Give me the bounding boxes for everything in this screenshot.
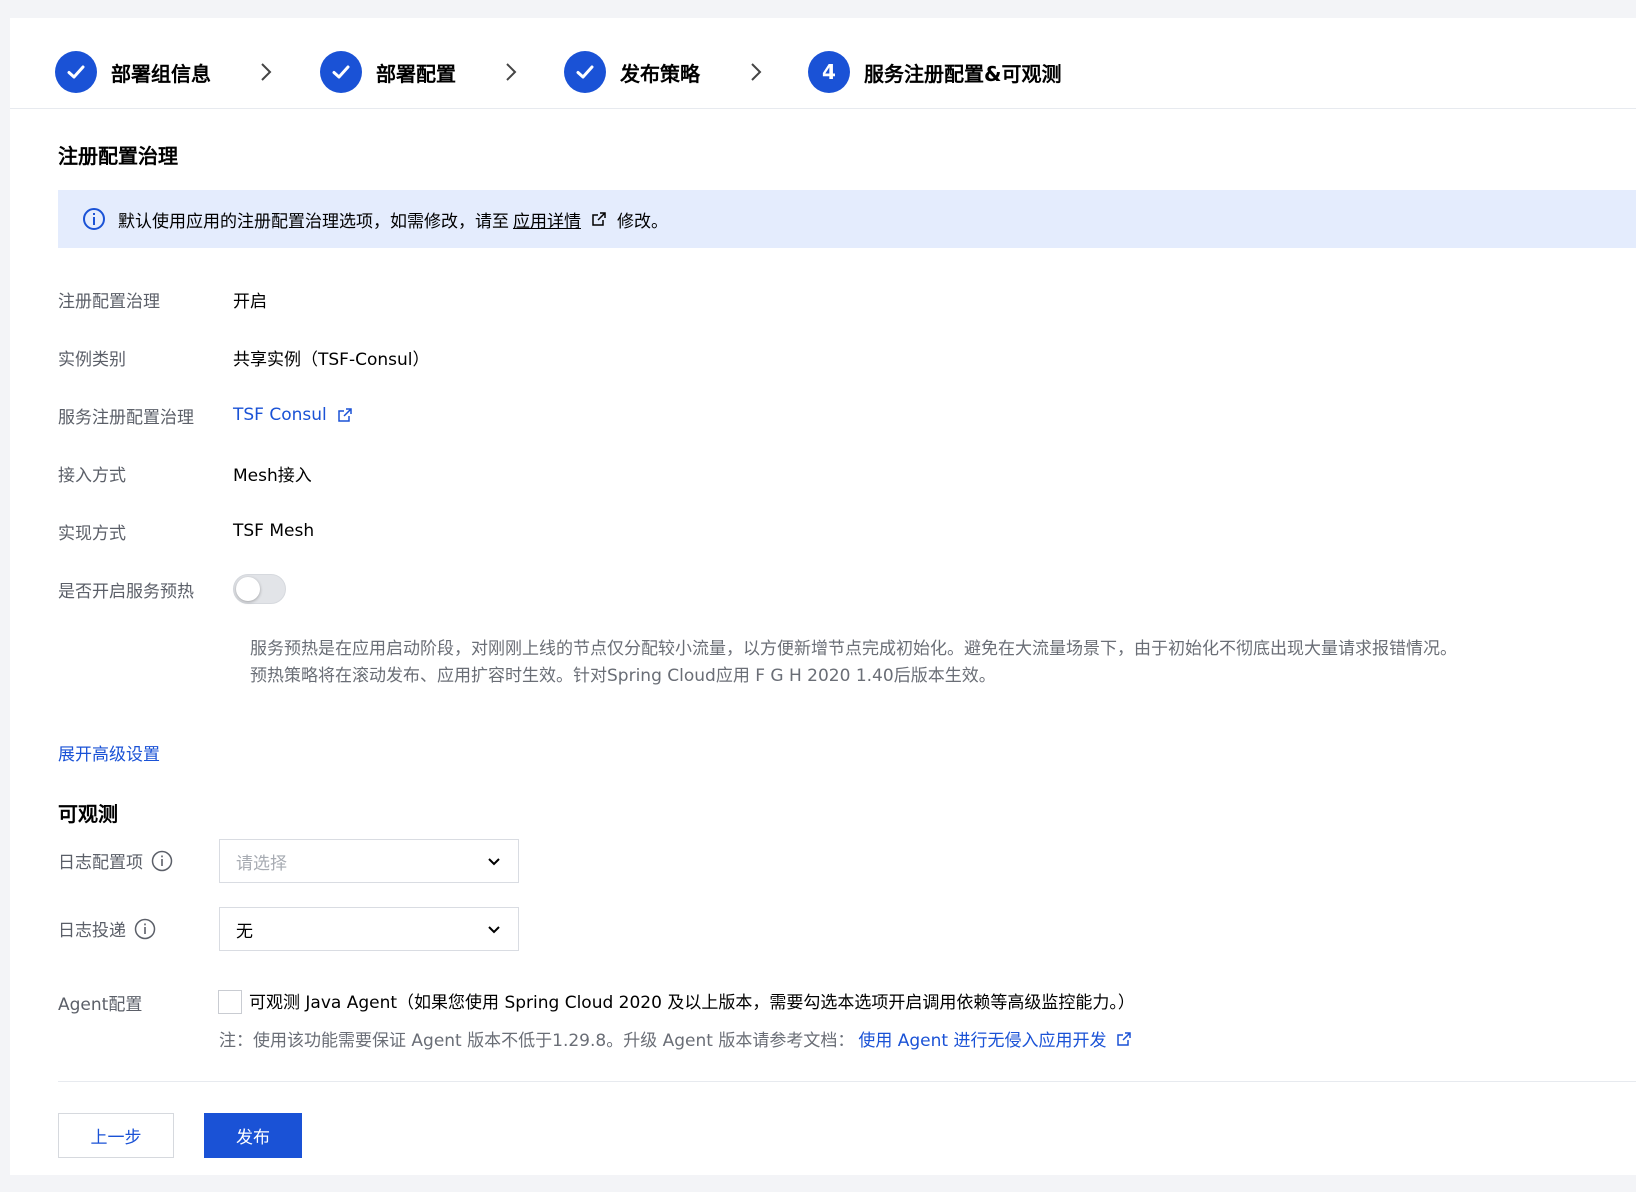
deploy-card: 部署组信息 部署配置 发布策略 4 服务注册配置&可观测 注册配置治理 默认使用… xyxy=(10,18,1636,1175)
warmup-toggle[interactable] xyxy=(233,574,286,604)
log-delivery-select[interactable]: 无 xyxy=(219,907,519,951)
external-link-icon[interactable] xyxy=(337,407,353,423)
select-placeholder: 请选择 xyxy=(236,853,287,874)
info-icon[interactable] xyxy=(134,918,156,940)
step-2: 部署配置 xyxy=(320,51,456,93)
check-icon xyxy=(564,51,606,93)
expand-advanced-link[interactable]: 展开高级设置 xyxy=(58,740,160,765)
section-title-registry: 注册配置治理 xyxy=(58,144,178,168)
chevron-down-icon xyxy=(488,858,500,866)
steps-bar: 部署组信息 部署配置 发布策略 4 服务注册配置&可观测 xyxy=(10,18,1636,109)
step-1: 部署组信息 xyxy=(55,51,211,93)
field-service-registry: 服务注册配置治理 TSF Consul xyxy=(58,402,353,428)
step-number: 4 xyxy=(808,51,850,93)
info-notice: 默认使用应用的注册配置治理选项，如需修改，请至 应用详情 修改。 xyxy=(58,190,1636,248)
field-value: 开启 xyxy=(233,291,267,312)
step-4: 4 服务注册配置&可观测 xyxy=(808,51,1061,93)
warmup-desc-line1: 服务预热是在应用启动阶段，对刚刚上线的节点仅分配较小流量，以方便新增节点完成初始… xyxy=(250,639,1457,659)
chevron-down-icon xyxy=(488,926,500,934)
field-value: Mesh接入 xyxy=(233,465,312,486)
step-3: 发布策略 xyxy=(564,51,700,93)
field-label: 实现方式 xyxy=(58,523,126,544)
step-label: 部署配置 xyxy=(376,61,456,86)
field-warmup: 是否开启服务预热 xyxy=(58,574,286,604)
field-value: 共享实例（TSF-Consul） xyxy=(233,349,430,370)
java-agent-checkbox-label[interactable]: 可观测 Java Agent（如果您使用 Spring Cloud 2020 及… xyxy=(249,988,1135,1013)
chevron-right-icon xyxy=(261,63,272,81)
chevron-right-icon xyxy=(506,63,517,81)
check-icon xyxy=(320,51,362,93)
field-impl-mode: 实现方式 TSF Mesh xyxy=(58,518,314,544)
field-label: 实例类别 xyxy=(58,349,126,370)
step-label: 发布策略 xyxy=(620,61,700,86)
field-registry: 注册配置治理 开启 xyxy=(58,286,267,312)
field-value: TSF Mesh xyxy=(233,521,315,541)
tsf-consul-link[interactable]: TSF Consul xyxy=(233,405,353,425)
notice-text: 默认使用应用的注册配置治理选项，如需修改，请至 xyxy=(118,211,509,232)
info-icon xyxy=(83,208,105,230)
toggle-knob xyxy=(236,577,260,601)
log-config-label-text: 日志配置项 xyxy=(58,853,143,873)
warmup-description: 服务预热是在应用启动阶段，对刚刚上线的节点仅分配较小流量，以方便新增节点完成初始… xyxy=(250,636,1457,690)
info-icon[interactable] xyxy=(151,850,173,872)
prev-step-button[interactable]: 上一步 xyxy=(58,1113,174,1158)
field-instance-type: 实例类别 共享实例（TSF-Consul） xyxy=(58,344,430,370)
divider xyxy=(58,1081,1636,1082)
step-label: 部署组信息 xyxy=(111,61,211,86)
notice-suffix: 修改。 xyxy=(617,211,668,232)
java-agent-checkbox[interactable] xyxy=(218,990,242,1014)
log-config-select[interactable]: 请选择 xyxy=(219,839,519,883)
field-label: 是否开启服务预热 xyxy=(58,581,194,602)
chevron-right-icon xyxy=(751,63,762,81)
agent-note-text: 注：使用该功能需要保证 Agent 版本不低于1.29.8。升级 Agent 版… xyxy=(219,1031,855,1051)
publish-button[interactable]: 发布 xyxy=(204,1113,302,1158)
log-delivery-label: 日志投递 xyxy=(58,916,156,941)
external-link-icon[interactable] xyxy=(1116,1031,1132,1047)
field-label: 注册配置治理 xyxy=(58,291,160,312)
section-title-observability: 可观测 xyxy=(58,802,118,826)
step-label: 服务注册配置&可观测 xyxy=(864,61,1062,86)
select-value: 无 xyxy=(236,921,253,942)
agent-doc-link[interactable]: 使用 Agent 进行无侵入应用开发 xyxy=(858,1026,1106,1051)
app-detail-link[interactable]: 应用详情 xyxy=(513,207,581,232)
warmup-desc-line2: 预热策略将在滚动发布、应用扩容时生效。针对Spring Cloud应用 F G … xyxy=(250,666,996,686)
agent-config-label: Agent配置 xyxy=(58,995,143,1015)
log-config-label: 日志配置项 xyxy=(58,848,173,873)
agent-note: 注：使用该功能需要保证 Agent 版本不低于1.29.8。升级 Agent 版… xyxy=(219,1026,1132,1051)
field-label: 接入方式 xyxy=(58,465,126,486)
external-link-icon[interactable] xyxy=(591,211,607,227)
field-label: 服务注册配置治理 xyxy=(58,407,194,428)
check-icon xyxy=(55,51,97,93)
field-access-mode: 接入方式 Mesh接入 xyxy=(58,460,312,486)
tsf-consul-link-text[interactable]: TSF Consul xyxy=(233,405,327,425)
log-delivery-label-text: 日志投递 xyxy=(58,921,126,941)
